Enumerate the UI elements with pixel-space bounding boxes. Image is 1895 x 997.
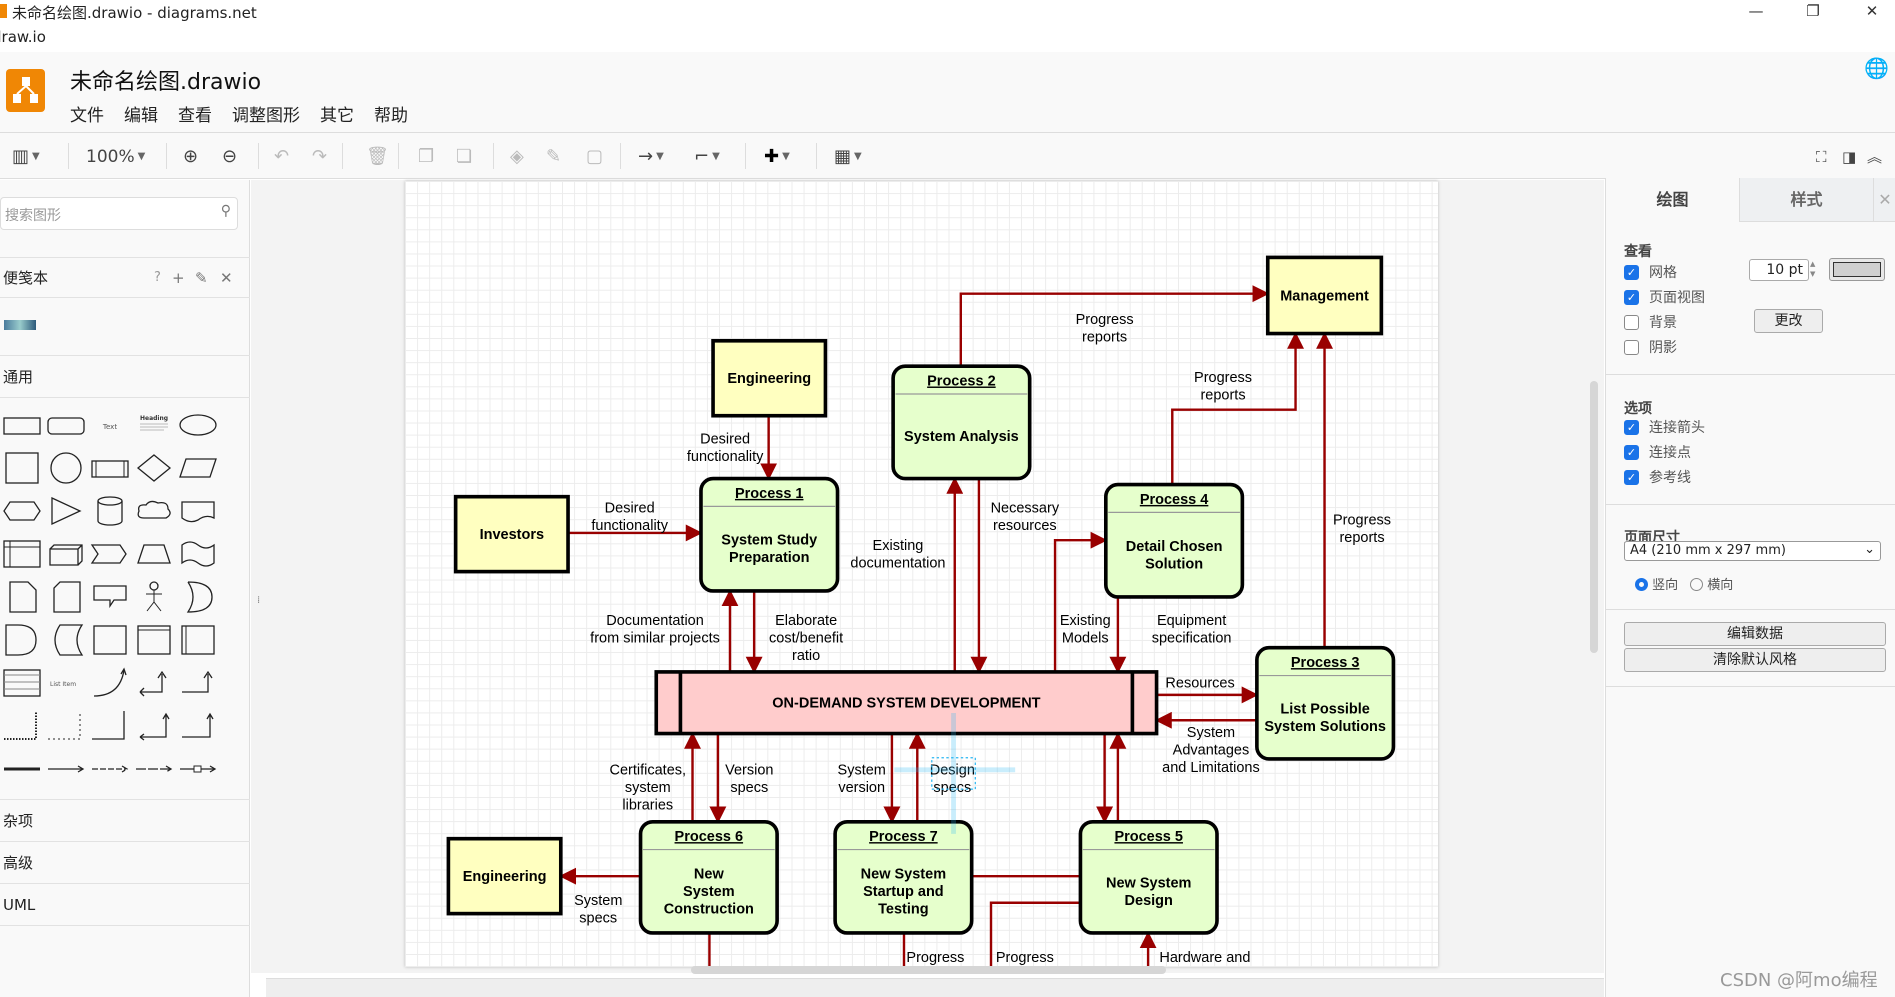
node-title: Process 4 [1140, 492, 1209, 508]
edge-label: Existing documentation [850, 538, 945, 572]
format-panel: 绘图 样式 ✕ 查看 ✓ 网格 ✓ 页面视图背景阴影 10 pt ▲ ▼ 更改 选项 ✓… [1605, 178, 1895, 997]
view-checkbox-0[interactable]: ✓ 网格 [1624, 262, 1677, 282]
horizontal-scrollbar[interactable] [691, 966, 1166, 974]
checkbox-label: 连接箭头 [1649, 420, 1705, 436]
checkbox-icon: ✓ [1624, 444, 1639, 460]
node-label: ON-DEMAND SYSTEM DEVELOPMENT [772, 696, 1040, 712]
clear-default-style-button[interactable]: 清除默认风格 [1624, 648, 1886, 672]
checkbox-label: 网格 [1649, 265, 1677, 281]
landscape-label: 横向 [1707, 578, 1734, 593]
edge-label: Resources [1165, 676, 1234, 692]
chevron-down-icon: ⌄ [1864, 542, 1875, 557]
node-body: System Analysis [904, 429, 1019, 445]
portrait-radio[interactable]: 竖向 [1635, 574, 1678, 593]
option-checkbox-2[interactable]: ✓ 参考线 [1624, 467, 1691, 487]
node-title: Process 5 [1114, 829, 1183, 845]
page-size-select[interactable]: A4 (210 mm x 297 mm) ⌄ [1624, 541, 1881, 561]
edge-label: Progress [906, 950, 964, 966]
node-label: Investors [480, 527, 544, 543]
node-title: Process 1 [735, 486, 804, 502]
page-tabs-bar [266, 978, 1604, 997]
edge-label: Existing Models [1060, 613, 1111, 647]
option-checkbox-0[interactable]: ✓ 连接箭头 [1624, 417, 1705, 437]
checkbox-icon: ✓ [1624, 419, 1639, 435]
node-label: Engineering [727, 371, 811, 387]
edge-label: Certificates, system libraries [610, 763, 687, 814]
close-panel-icon[interactable]: ✕ [1873, 178, 1895, 222]
view-section-title: 查看 [1624, 244, 1652, 260]
edge-label: Desired functionality [591, 500, 668, 534]
edge-label: Documentation from similar projects [590, 613, 720, 647]
edge-connector [1053, 531, 1108, 672]
edit-data-button[interactable]: 编辑数据 [1624, 622, 1886, 646]
checkbox-icon [1624, 339, 1639, 355]
checkbox-icon: ✓ [1624, 469, 1639, 485]
checkbox-label: 背景 [1649, 315, 1677, 331]
change-background-button[interactable]: 更改 [1754, 309, 1823, 333]
checkbox-icon: ✓ [1624, 289, 1639, 305]
node-body: System Study Preparation [721, 533, 817, 567]
vertical-scrollbar[interactable] [1590, 381, 1598, 653]
tab-diagram[interactable]: 绘图 [1606, 178, 1739, 222]
checkbox-label: 阴影 [1649, 340, 1677, 356]
page-size-value: A4 (210 mm x 297 mm) [1630, 543, 1786, 558]
node-label: Engineering [463, 869, 547, 885]
node-title: Process 2 [927, 374, 996, 390]
node-body: List Possible System Solutions [1264, 701, 1386, 735]
edge-label: Elaborate cost/benefit ratio [769, 613, 843, 664]
landscape-radio[interactable]: 横向 [1690, 574, 1733, 593]
edge-label: System version [838, 763, 886, 797]
checkbox-label: 连接点 [1649, 445, 1691, 461]
view-checkbox-1[interactable]: ✓ 页面视图 [1624, 287, 1705, 307]
checkbox-icon [1624, 314, 1639, 330]
portrait-label: 竖向 [1652, 578, 1679, 593]
edge-label: Progress reports [1076, 312, 1134, 346]
grid-color-button[interactable] [1829, 258, 1885, 281]
view-checkbox-2[interactable]: 背景 [1624, 312, 1677, 332]
checkbox-label: 参考线 [1649, 470, 1691, 486]
edge-label: System specs [574, 893, 622, 927]
options-section-title: 选项 [1624, 401, 1652, 417]
node-title: Process 6 [675, 829, 744, 845]
edge-label: Desired functionality [687, 432, 764, 466]
node-title: Process 3 [1291, 655, 1360, 671]
grid-size-stepper[interactable]: ▲ ▼ [1810, 259, 1820, 281]
tab-style[interactable]: 样式 [1739, 178, 1873, 222]
edge-label: Progress reports [1194, 370, 1252, 404]
edge-label: Equipment specification [1152, 613, 1232, 647]
node-label: Management [1280, 288, 1369, 304]
watermark: CSDN @阿mo编程 [1720, 970, 1878, 991]
view-checkbox-3[interactable]: 阴影 [1624, 337, 1677, 357]
edge-label: Hardware and [1159, 950, 1250, 966]
edge-label: Necessary resources [991, 500, 1060, 534]
edge-label: Progress [996, 950, 1054, 966]
edge-connector [1171, 331, 1305, 485]
checkbox-icon: ✓ [1624, 264, 1639, 280]
checkbox-label: 页面视图 [1649, 290, 1705, 306]
edge-label: Version specs [725, 763, 773, 797]
grid-size-input[interactable]: 10 pt [1749, 259, 1809, 281]
edge-label: Progress reports [1333, 512, 1391, 546]
node-title: Process 7 [869, 829, 938, 845]
option-checkbox-1[interactable]: ✓ 连接点 [1624, 442, 1691, 462]
orientation-radio-group: 竖向 横向 [1635, 574, 1733, 593]
edge-label: System Advantages and Limitations [1162, 725, 1260, 776]
